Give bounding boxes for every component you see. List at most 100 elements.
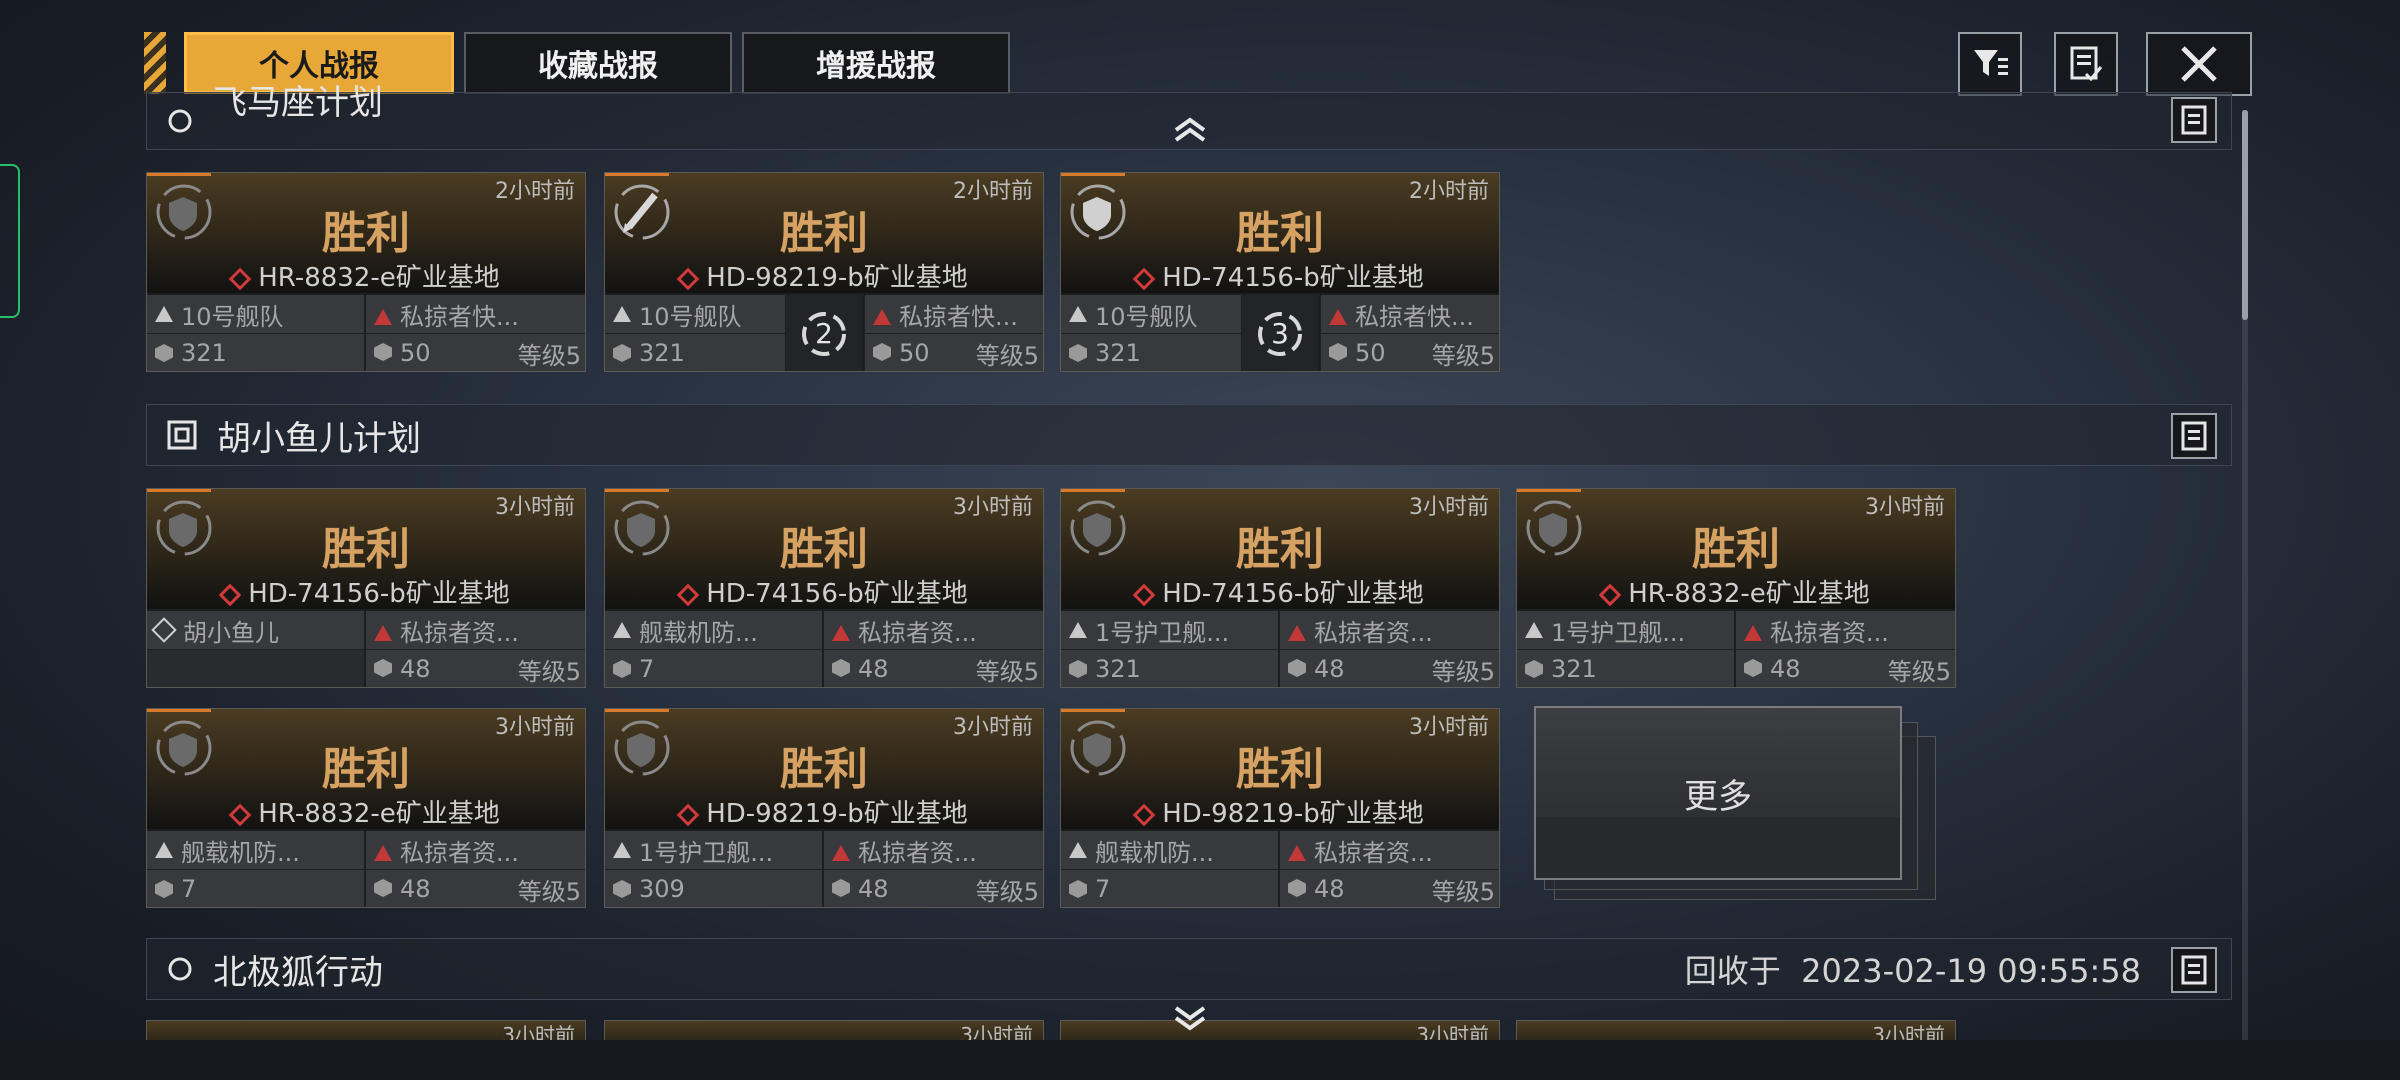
- enemy-name: 私掠者快...: [1321, 295, 1499, 333]
- section-report-button[interactable]: [2171, 413, 2217, 459]
- checklist-icon: [2070, 46, 2103, 82]
- power-icon: [832, 659, 850, 677]
- battle-card[interactable]: 3小时前 胜利 HD-98219-b矿业基地 1号护卫舰... 私掠者资... 309 48…: [604, 708, 1044, 908]
- enemy-name: 私掠者资...: [824, 611, 1043, 649]
- battle-result: 胜利: [1692, 524, 1780, 575]
- battle-card[interactable]: 2小时前 胜利 HD-98219-b矿业基地 10号舰队 私掠者快... 321 5…: [604, 172, 1044, 372]
- power-icon: [873, 343, 891, 361]
- enemy-name: 私掠者资...: [824, 831, 1043, 869]
- power-icon: [832, 879, 850, 897]
- battle-card[interactable]: 3小时前: [604, 1020, 1044, 1047]
- enemy-power: 50 等级5: [1321, 334, 1499, 371]
- scroll-down-icon[interactable]: [1172, 1004, 1208, 1032]
- document-icon: [2181, 105, 2207, 135]
- battle-card[interactable]: 3小时前 胜利 HR-8832-e矿业基地 1号护卫舰... 私掠者资... 321 48 等…: [1516, 488, 1956, 688]
- tab-reinforce-report[interactable]: 增援战报: [742, 32, 1010, 94]
- enemy-power: 50 等级5: [366, 334, 585, 371]
- section-header-arctic-fox[interactable]: 北极狐行动 回收于 2023-02-19 09:55:58: [146, 938, 2232, 1000]
- fleet-power: 309: [605, 870, 822, 907]
- enemy-icon: [873, 308, 891, 325]
- recovered-timestamp: 回收于 2023-02-19 09:55:58: [1684, 952, 2141, 990]
- enemy-name: 私掠者快...: [865, 295, 1043, 333]
- fleet-icon: [613, 306, 631, 322]
- close-button[interactable]: [2146, 32, 2252, 96]
- power-icon: [1329, 343, 1347, 361]
- power-icon: [155, 880, 173, 898]
- battle-card[interactable]: 3小时前 胜利 HD-74156-b矿业基地 胡小鱼儿 私掠者资... 48 等级5: [146, 488, 586, 688]
- enemy-icon: [374, 844, 392, 861]
- section-header-huxiaoyuer[interactable]: 胡小鱼儿计划: [146, 404, 2232, 466]
- battle-result: 胜利: [1236, 744, 1324, 795]
- enemy-power: 48 等级5: [1736, 650, 1955, 687]
- diamond-icon: [1598, 583, 1622, 606]
- battle-card[interactable]: 3小时前: [1060, 1020, 1500, 1047]
- fleet-power: 7: [147, 870, 364, 907]
- enemy-power: 48 等级5: [824, 870, 1043, 907]
- fleet-name: 舰载机防...: [605, 611, 822, 649]
- section-report-button[interactable]: [2171, 97, 2217, 143]
- battle-location: HR-8832-e矿业基地: [147, 793, 585, 830]
- scrollbar-thumb[interactable]: [2242, 110, 2248, 320]
- scroll-up-icon[interactable]: [1172, 116, 1208, 144]
- fleet-name: 舰载机防...: [147, 831, 364, 869]
- filter-button[interactable]: [1958, 32, 2022, 96]
- battle-location: HD-74156-b矿业基地: [605, 573, 1043, 610]
- member-icon: [151, 617, 177, 643]
- battle-result: 胜利: [780, 208, 868, 259]
- diamond-icon: [676, 267, 700, 290]
- enemy-icon: [1744, 624, 1762, 641]
- enemy-power: 48 等级5: [1280, 650, 1499, 687]
- document-icon: [2181, 955, 2207, 985]
- battle-card[interactable]: 3小时前: [146, 1020, 586, 1047]
- enemy-name: 私掠者资...: [1280, 611, 1499, 649]
- enemy-power: 48 等级5: [824, 650, 1043, 687]
- more-button[interactable]: 更多: [1534, 706, 1902, 880]
- battle-card[interactable]: 2小时前 胜利 HD-74156-b矿业基地 10号舰队 私掠者快... 321 5…: [1060, 172, 1500, 372]
- battle-card[interactable]: 3小时前 胜利 HD-74156-b矿业基地 1号护卫舰... 私掠者资... 321 48…: [1060, 488, 1500, 688]
- power-icon: [1069, 344, 1087, 362]
- diamond-icon: [1132, 267, 1156, 290]
- tab-stripe-decoration: [144, 32, 166, 94]
- power-icon: [613, 344, 631, 362]
- enemy-icon: [832, 624, 850, 641]
- fleet-icon: [155, 306, 173, 322]
- document-icon: [2181, 421, 2207, 451]
- power-icon: [1744, 659, 1762, 677]
- fleet-name: 10号舰队: [1061, 295, 1241, 333]
- diamond-icon: [676, 583, 700, 606]
- filter-icon: [1974, 50, 2008, 76]
- tab-favorite-report[interactable]: 收藏战报: [464, 32, 732, 94]
- battle-location: HR-8832-e矿业基地: [1517, 573, 1955, 610]
- fleet-power: 321: [1061, 334, 1241, 371]
- enemy-icon: [374, 308, 392, 325]
- circle-icon: [168, 957, 192, 981]
- square-icon: [167, 420, 197, 450]
- fleet-name: 1号护卫舰...: [1517, 611, 1734, 649]
- fleet-name: 10号舰队: [605, 295, 785, 333]
- battle-card[interactable]: 3小时前 胜利 HR-8832-e矿业基地 舰载机防... 私掠者资... 7 48 等级5: [146, 708, 586, 908]
- reinforce-count-badge: 2: [786, 295, 862, 371]
- section-title: 胡小鱼儿计划: [217, 418, 421, 459]
- battle-result: 胜利: [1236, 524, 1324, 575]
- battle-result: 胜利: [780, 524, 868, 575]
- side-panel-handle[interactable]: [0, 164, 20, 318]
- fleet-icon: [1069, 306, 1087, 322]
- section-report-button[interactable]: [2171, 947, 2217, 993]
- section-title: 北极狐行动: [213, 952, 383, 993]
- battle-card[interactable]: 3小时前 胜利 HD-98219-b矿业基地 舰载机防... 私掠者资... 7 48 等级5: [1060, 708, 1500, 908]
- battle-card[interactable]: 3小时前 胜利 HD-74156-b矿业基地 舰载机防... 私掠者资... 7 48 等级5: [604, 488, 1044, 688]
- battle-card[interactable]: 2小时前 胜利 HR-8832-e矿业基地 10号舰队 私掠者快... 321 50…: [146, 172, 586, 372]
- fleet-power: 321: [147, 334, 364, 371]
- battle-location: HD-74156-b矿业基地: [147, 573, 585, 610]
- enemy-power: 48 等级5: [366, 870, 585, 907]
- power-icon: [374, 659, 392, 677]
- battle-location: HD-98219-b矿业基地: [605, 257, 1043, 294]
- fleet-power: 321: [605, 334, 785, 371]
- fleet-name: 10号舰队: [147, 295, 364, 333]
- power-icon: [1525, 660, 1543, 678]
- report-check-button[interactable]: [2054, 32, 2118, 96]
- enemy-name: 私掠者资...: [1736, 611, 1955, 649]
- diamond-icon: [218, 583, 242, 606]
- more-label: 更多: [1684, 776, 1752, 817]
- battle-card[interactable]: 3小时前: [1516, 1020, 1956, 1047]
